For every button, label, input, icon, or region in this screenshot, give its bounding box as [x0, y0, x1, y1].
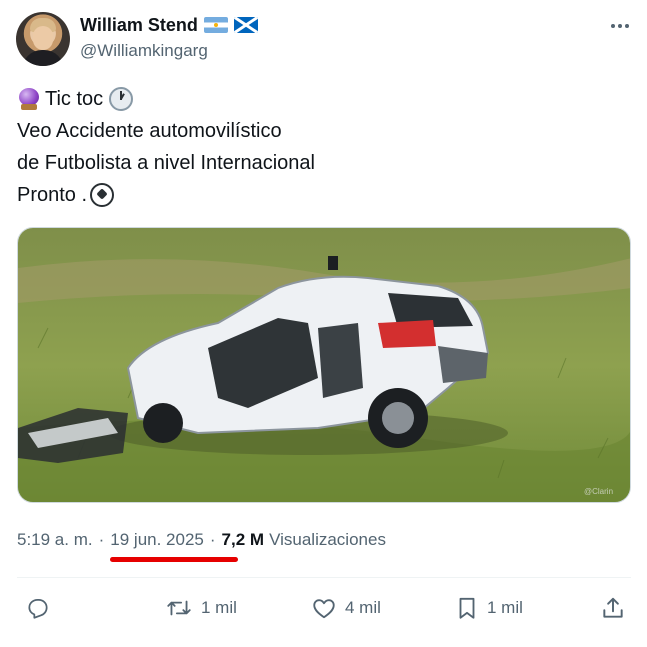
share-icon	[603, 597, 623, 618]
tweet-line-1: Tic toc	[17, 83, 315, 115]
tweet-line-2: Veo Accidente automovilístico	[17, 115, 315, 147]
views-label: Visualizaciones	[269, 530, 386, 549]
date-underline-annotation	[110, 557, 238, 562]
meta-separator-2: ·	[209, 530, 216, 549]
bookmark-count: 1 mil	[487, 598, 523, 617]
scotland-flag-icon	[233, 17, 258, 33]
clock-icon	[109, 87, 134, 111]
photo-watermark: @Clarin	[584, 487, 613, 496]
retweet-count: 1 mil	[201, 598, 237, 617]
reply-icon	[28, 599, 48, 619]
like-count: 4 mil	[345, 598, 381, 617]
author-avatar[interactable]	[16, 12, 70, 66]
author-handle[interactable]: @Williamkingarg	[80, 41, 208, 61]
tweet-line-3: de Futbolista a nivel Internacional	[17, 147, 315, 179]
tweet-meta: 5:19 a. m. · 19 jun. 2025 · 7,2 M Visual…	[17, 529, 386, 551]
avatar-shirt	[22, 50, 64, 66]
tweet-line-4: Pronto .	[17, 179, 315, 211]
crashed-car-photo: @Clarin	[18, 228, 630, 502]
like-button[interactable]: 4 mil	[311, 592, 381, 624]
tweet-line-3-text: de Futbolista a nivel Internacional	[17, 152, 315, 174]
author-display-name[interactable]: William Stend	[80, 15, 198, 36]
actions-divider	[17, 577, 631, 578]
tweet-line-4-text: Pronto .	[17, 184, 88, 206]
tweet-date[interactable]: 19 jun. 2025	[110, 530, 204, 550]
argentina-flag-icon	[203, 17, 228, 33]
bookmark-icon	[459, 597, 475, 619]
tweet-photo[interactable]: @Clarin	[17, 227, 631, 503]
bookmark-button[interactable]: 1 mil	[455, 592, 523, 624]
author-name-row: William Stend	[80, 14, 258, 36]
tweet-line-2-text: Veo Accidente automovilístico	[17, 120, 282, 142]
tweet-time[interactable]: 5:19 a. m.	[17, 530, 93, 550]
more-options-icon[interactable]	[606, 14, 634, 38]
tweet-line-1-text: Tic toc	[45, 88, 104, 110]
heart-icon	[313, 599, 335, 619]
meta-separator: ·	[98, 530, 105, 549]
share-button[interactable]	[600, 592, 626, 624]
crystal-ball-icon	[17, 87, 41, 111]
tweet-text: Tic toc Veo Accidente automovilístico de…	[17, 83, 315, 211]
views-count: 7,2 M	[221, 530, 265, 549]
retweet-button[interactable]: 1 mil	[165, 592, 237, 624]
soccer-ball-icon	[90, 183, 115, 207]
retweet-icon	[167, 600, 191, 616]
action-bar: 1 mil 4 mil 1 mil	[17, 592, 631, 624]
reply-button[interactable]	[25, 592, 59, 624]
avatar-face	[33, 26, 53, 50]
